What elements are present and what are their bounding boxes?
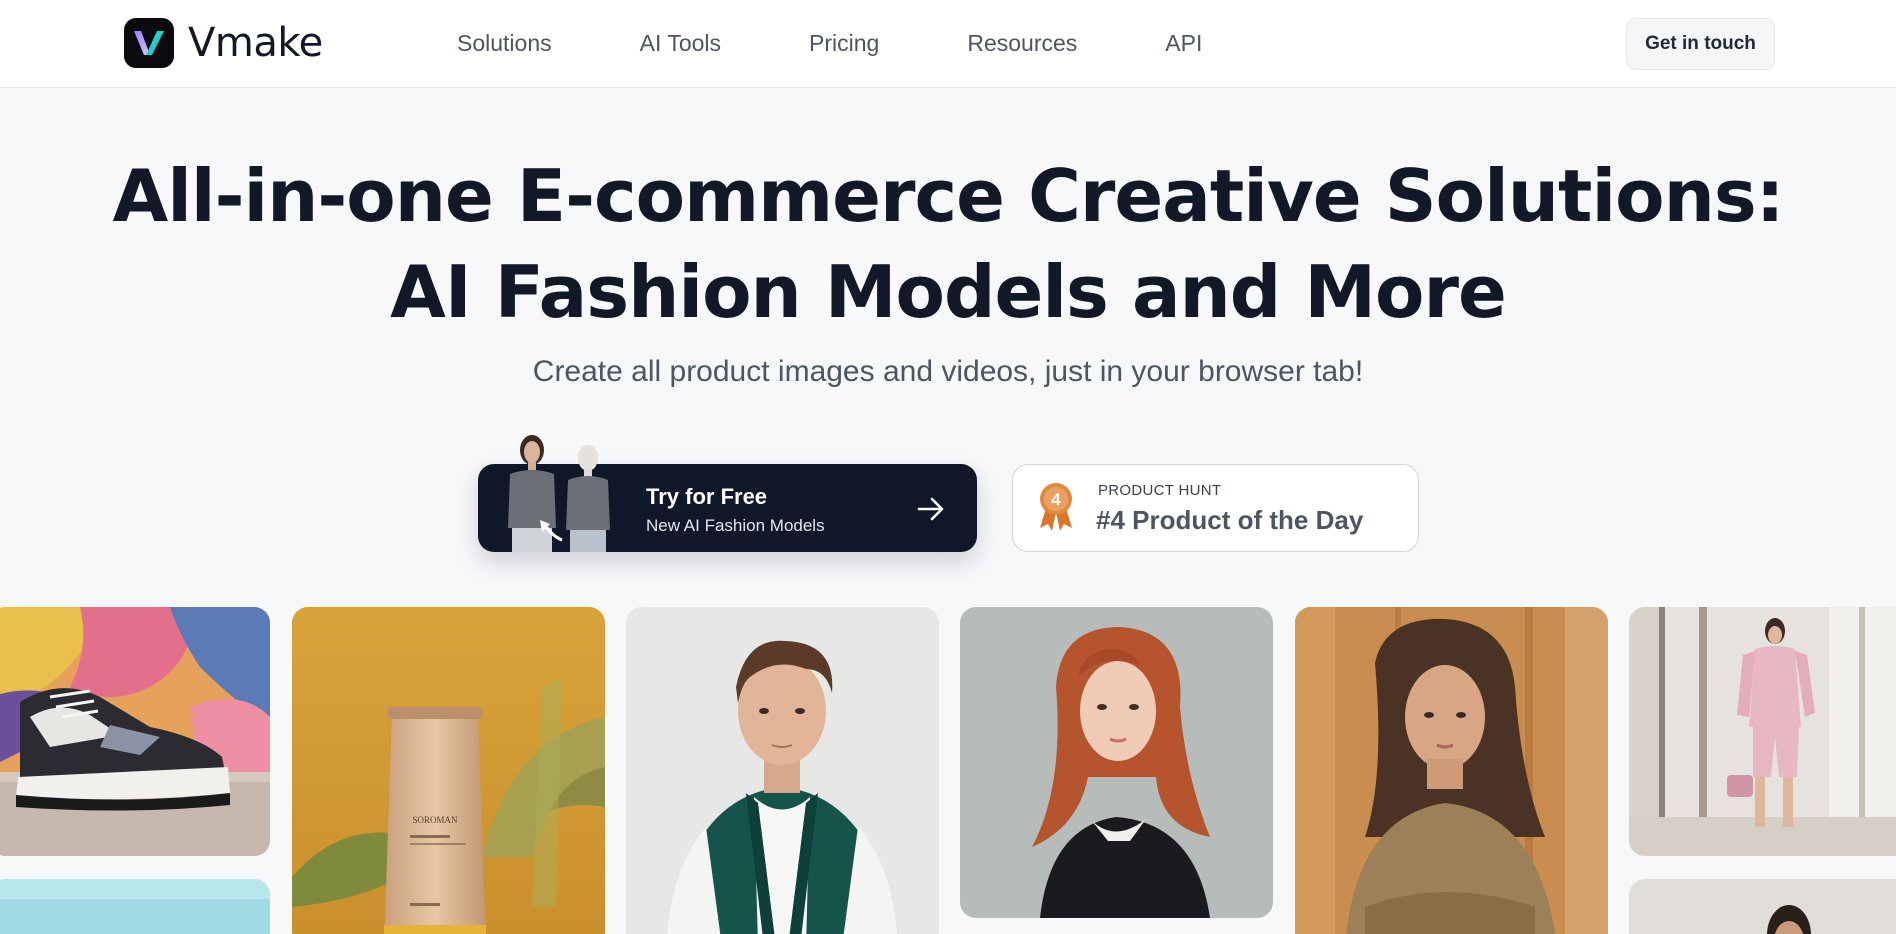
gallery-image-red-haired-woman <box>960 607 1273 918</box>
gallery-image-woman-cardigan <box>1295 607 1608 934</box>
nav-item-ai-tools[interactable]: AI Tools <box>640 30 721 57</box>
nav-item-solutions[interactable]: Solutions <box>457 30 552 57</box>
main-nav: Solutions AI Tools Pricing Resources API <box>457 30 1202 57</box>
product-hunt-title: #4 Product of the Day <box>1096 505 1364 535</box>
hero-title-line-2: AI Fashion Models and More <box>390 250 1507 334</box>
brand-logo[interactable]: Vmake <box>124 18 323 68</box>
try-button-title: Try for Free <box>646 484 768 509</box>
gallery-image-woman-pink-suit <box>1629 607 1896 856</box>
get-in-touch-button[interactable]: Get in touch <box>1626 18 1775 70</box>
brand-name: Vmake <box>188 20 323 66</box>
gallery-image-man-varsity-jacket <box>626 607 939 934</box>
gallery-image-woman-dark-hair <box>1629 879 1896 934</box>
hero-title: All-in-one E-commerce Creative Solutions… <box>0 148 1896 340</box>
fashion-models-thumbnail <box>508 435 610 552</box>
nav-item-pricing[interactable]: Pricing <box>809 30 879 57</box>
gallery-image-cosmetic-tube: SOROMAN <box>292 607 605 934</box>
tube-brand: SOROMAN <box>412 815 458 825</box>
try-button-subtitle: New AI Fashion Models <box>646 516 825 535</box>
gallery-image-cyan <box>0 879 270 934</box>
vmake-logo-icon <box>124 18 174 68</box>
medal-icon: 4 <box>1040 483 1072 531</box>
hero-subtitle: Create all product images and videos, ju… <box>532 355 1364 388</box>
gallery-image-sneaker <box>0 607 270 856</box>
site-header: Vmake Solutions AI Tools Pricing Resourc… <box>0 0 1896 88</box>
nav-item-api[interactable]: API <box>1165 30 1202 57</box>
hero-title-line-1: All-in-one E-commerce Creative Solutions… <box>112 154 1784 238</box>
product-hunt-label: PRODUCT HUNT <box>1098 482 1222 499</box>
arrow-right-icon <box>917 497 944 521</box>
medal-rank: 4 <box>1051 490 1061 509</box>
nav-item-resources[interactable]: Resources <box>967 30 1077 57</box>
